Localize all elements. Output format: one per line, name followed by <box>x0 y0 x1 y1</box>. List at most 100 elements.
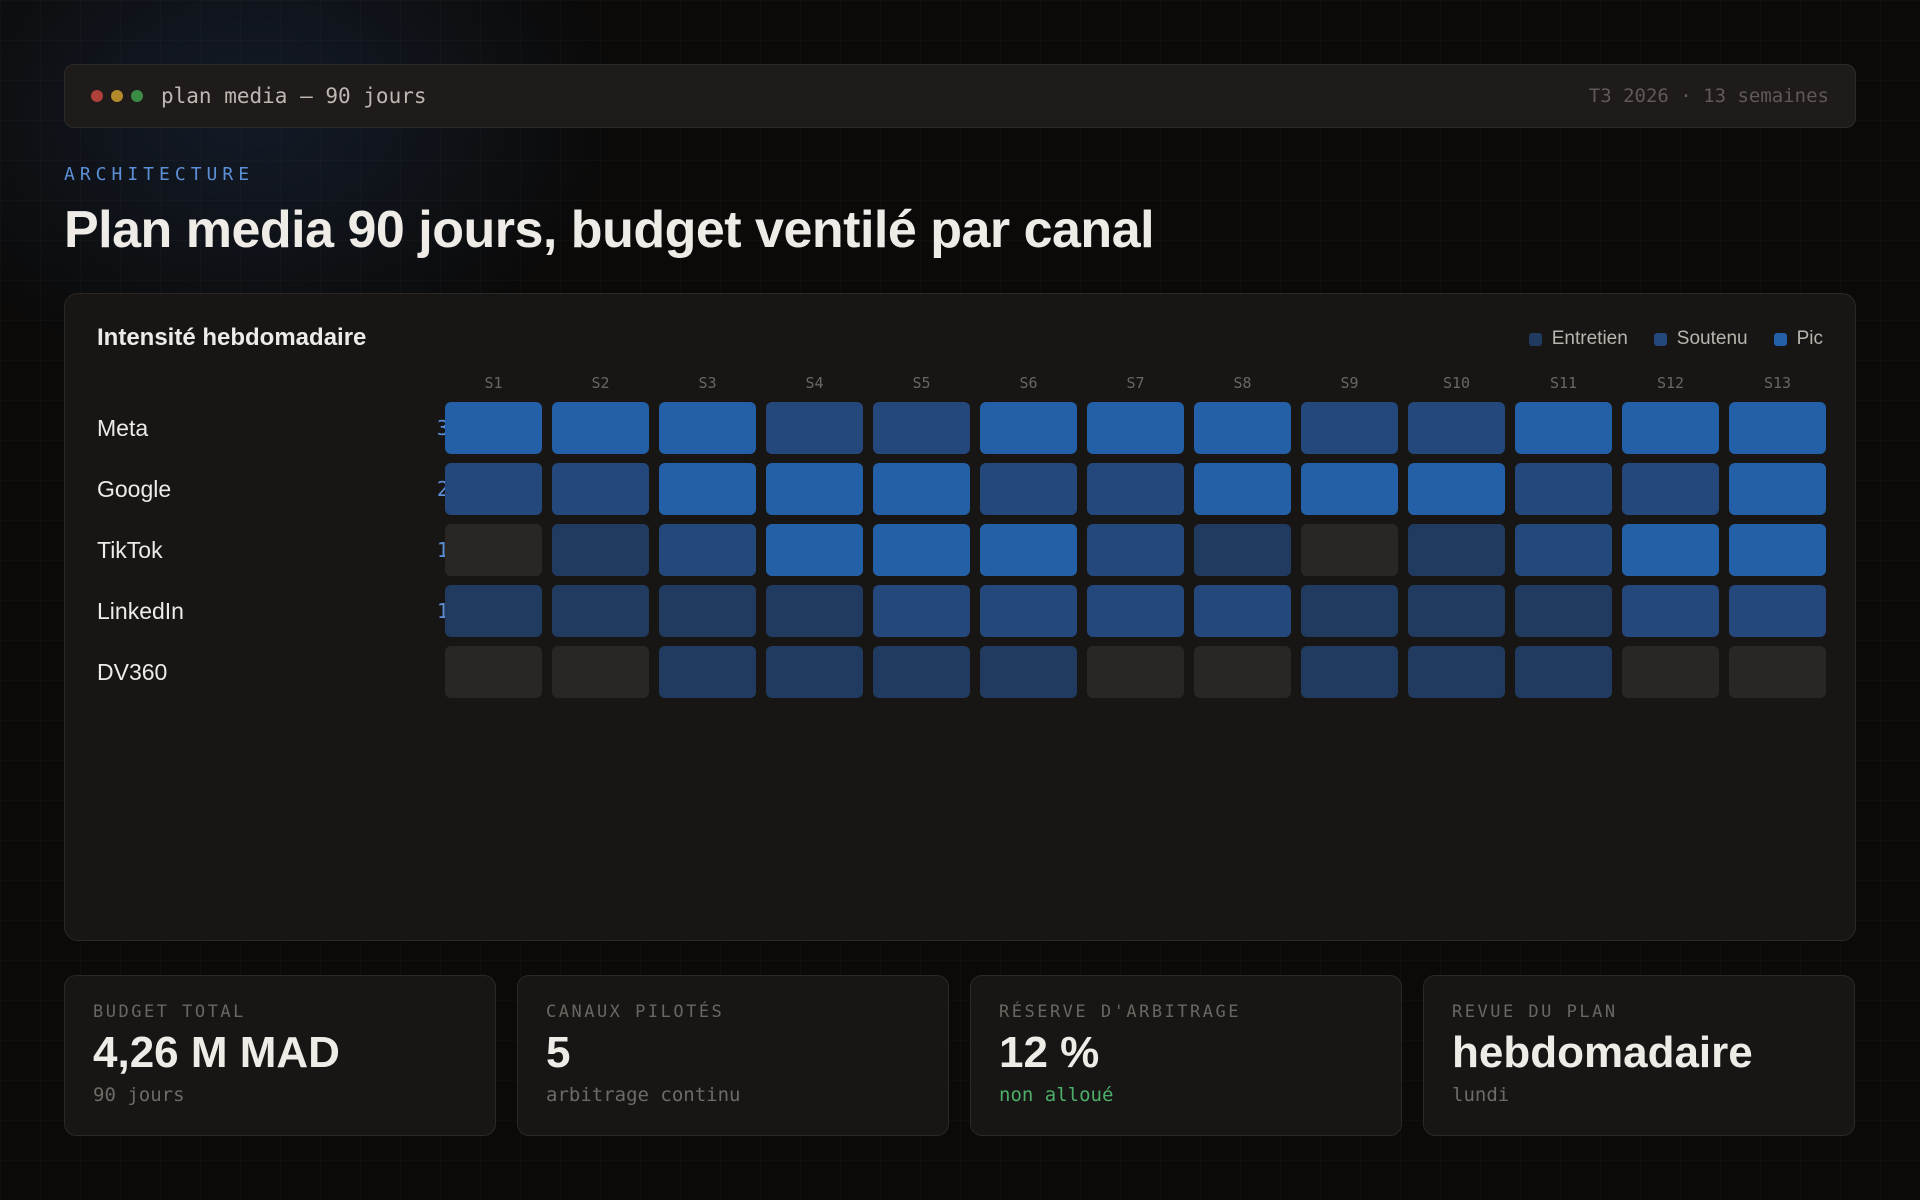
heatmap-cell <box>1194 524 1291 576</box>
heatmap-cell <box>1622 585 1719 637</box>
heatmap-cell <box>1515 402 1612 454</box>
heatmap-cell <box>1408 402 1505 454</box>
heatmap-cell <box>1194 463 1291 515</box>
heatmap-cell <box>445 585 542 637</box>
heatmap-cell <box>766 524 863 576</box>
stat-sub: lundi <box>1452 1084 1510 1107</box>
stat-value: 5 <box>546 1028 571 1077</box>
column-label: S5 <box>912 374 931 392</box>
minimize-dot-icon[interactable] <box>111 90 123 102</box>
column-label: S8 <box>1233 374 1252 392</box>
heatmap-cell <box>873 463 970 515</box>
row-label: Meta <box>97 415 149 441</box>
legend-item: Entretien <box>1528 328 1628 350</box>
heatmap-cell <box>1087 646 1184 698</box>
stat-label: RÉSERVE D'ARBITRAGE <box>999 1002 1241 1022</box>
heatmap-cell <box>1729 524 1826 576</box>
heatmap-cell <box>980 463 1077 515</box>
heatmap-cell <box>552 524 649 576</box>
window-meta: T3 2026 · 13 semaines <box>1588 85 1829 107</box>
stat-card-review: REVUE DU PLAN hebdomadaire lundi <box>1423 975 1855 1136</box>
heatmap-cell <box>1408 646 1505 698</box>
heatmap-cell <box>659 646 756 698</box>
heatmap-cell <box>1087 524 1184 576</box>
heatmap-cell <box>1622 402 1719 454</box>
heatmap-cell <box>766 585 863 637</box>
heatmap-cell <box>1194 585 1291 637</box>
column-label: S3 <box>698 374 717 392</box>
heatmap-cell <box>1301 402 1398 454</box>
heatmap-cell <box>552 646 649 698</box>
window-title-bar: plan media — 90 jours T3 2026 · 13 semai… <box>64 64 1856 128</box>
legend-label: Entretien <box>1551 328 1628 349</box>
heatmap-cell <box>1622 524 1719 576</box>
heatmap-cell <box>445 524 542 576</box>
heatmap-cell <box>659 524 756 576</box>
heatmap-cell <box>1408 463 1505 515</box>
stat-label: BUDGET TOTAL <box>93 1002 246 1022</box>
column-label: S2 <box>591 374 610 392</box>
heatmap-cell <box>1515 524 1612 576</box>
row-label: TikTok <box>97 537 163 563</box>
column-label: S11 <box>1549 374 1578 392</box>
stat-value: hebdomadaire <box>1452 1028 1753 1077</box>
window-title: plan media — 90 jours <box>161 84 427 108</box>
stat-sub: 90 jours <box>93 1084 185 1107</box>
legend-swatch-icon <box>1653 332 1667 346</box>
heatmap-cell <box>766 646 863 698</box>
column-label: S12 <box>1656 374 1685 392</box>
row-label: Google <box>97 476 172 502</box>
heatmap-cell <box>1301 646 1398 698</box>
heatmap-cell <box>1515 646 1612 698</box>
column-label: S4 <box>805 374 824 392</box>
maximize-dot-icon[interactable] <box>131 90 143 102</box>
column-label: S10 <box>1442 374 1471 392</box>
heatmap-cell <box>1087 585 1184 637</box>
heatmap-cell <box>1729 463 1826 515</box>
legend-item: Pic <box>1773 328 1823 350</box>
close-dot-icon[interactable] <box>91 90 103 102</box>
heatmap-cell <box>445 463 542 515</box>
heatmap-cell <box>1087 402 1184 454</box>
heatmap-cell <box>1729 402 1826 454</box>
stat-value: 12 % <box>999 1028 1100 1077</box>
heatmap-cell <box>980 646 1077 698</box>
heatmap-cell <box>445 646 542 698</box>
heatmap-cell <box>1301 463 1398 515</box>
heatmap-cell <box>766 402 863 454</box>
heatmap-cell <box>1729 585 1826 637</box>
heatmap-cell <box>552 585 649 637</box>
legend-swatch-icon <box>1528 332 1542 346</box>
heatmap-cell <box>873 524 970 576</box>
heatmap-cell <box>980 402 1077 454</box>
stat-card-reserve: RÉSERVE D'ARBITRAGE 12 % non alloué <box>970 975 1402 1136</box>
heatmap-card: Intensité hebdomadaire Entretien Soutenu P… <box>64 293 1856 941</box>
heatmap-cell <box>552 463 649 515</box>
heatmap-cell <box>552 402 649 454</box>
heatmap-cell <box>659 585 756 637</box>
column-label: S1 <box>484 374 503 392</box>
chart-title: Intensité hebdomadaire <box>97 324 367 351</box>
heatmap-cell <box>445 402 542 454</box>
heatmap-cell <box>1515 463 1612 515</box>
stat-label: REVUE DU PLAN <box>1452 1002 1618 1022</box>
chart-legend: Entretien Soutenu Pic <box>1528 328 1823 350</box>
column-label: S9 <box>1340 374 1359 392</box>
heatmap-cell <box>659 463 756 515</box>
legend-item: Soutenu <box>1653 328 1748 350</box>
heatmap-cell <box>1408 585 1505 637</box>
heatmap-cell <box>1301 524 1398 576</box>
page-title: Plan media 90 jours, budget ventilé par … <box>64 201 1155 259</box>
heatmap-cell <box>1622 646 1719 698</box>
heatmap-cell <box>1194 402 1291 454</box>
stat-card-channels: CANAUX PILOTÉS 5 arbitrage continu <box>517 975 949 1136</box>
heatmap-cell <box>1301 585 1398 637</box>
legend-label: Pic <box>1796 328 1823 349</box>
column-label: S13 <box>1763 374 1792 392</box>
heatmap-cell <box>980 585 1077 637</box>
column-label: S7 <box>1126 374 1145 392</box>
stat-sub: arbitrage continu <box>546 1084 741 1107</box>
heatmap-cell <box>1194 646 1291 698</box>
stat-card-budget: BUDGET TOTAL 4,26 M MAD 90 jours <box>64 975 496 1136</box>
stat-label: CANAUX PILOTÉS <box>546 1002 725 1022</box>
